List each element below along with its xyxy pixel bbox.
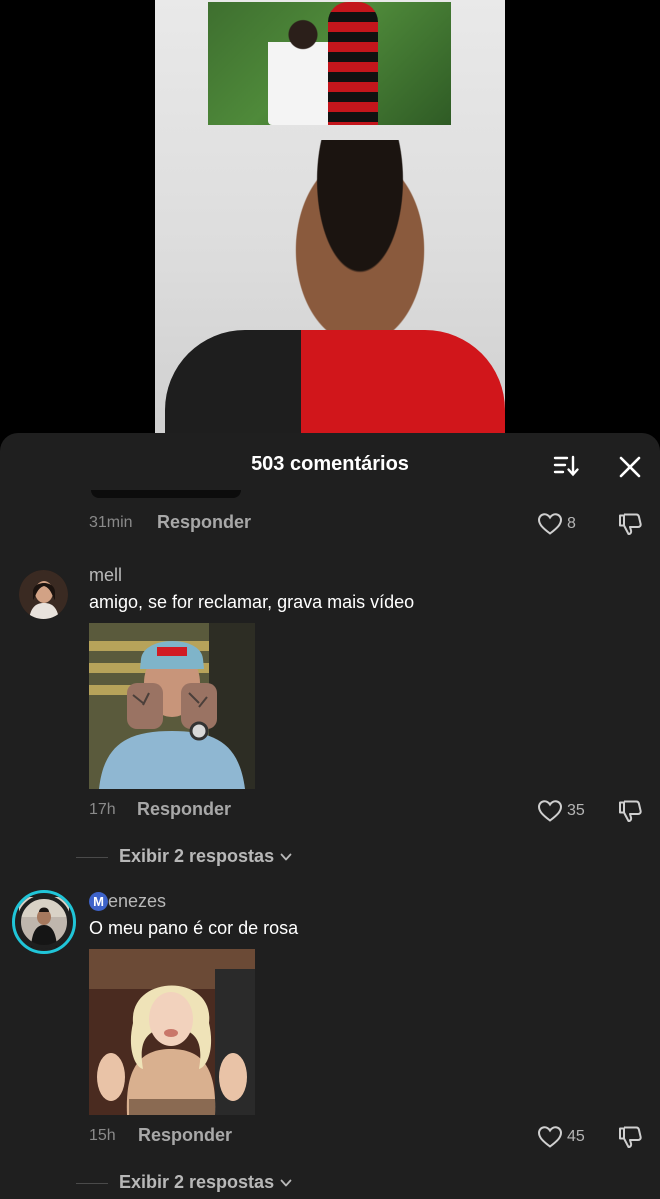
like-count: 45	[567, 1128, 585, 1145]
avatar-story-ring[interactable]	[12, 890, 76, 954]
chevron-down-icon	[280, 1179, 292, 1187]
comment-time: 15h	[89, 1127, 116, 1144]
reply-button[interactable]: Responder	[137, 799, 231, 820]
comment-sticker[interactable]	[89, 949, 255, 1115]
like-count: 8	[567, 515, 576, 532]
username-text: enezes	[108, 891, 167, 911]
comment-time: 17h	[89, 801, 116, 818]
comment-meta-row: 17h Responder 35	[89, 798, 649, 824]
like-count: 35	[567, 802, 585, 819]
inset-player	[328, 2, 378, 125]
dislike-button[interactable]	[617, 511, 643, 537]
username[interactable]: mell	[89, 565, 122, 586]
heart-icon	[537, 1126, 563, 1148]
comment-meta-row: 15h Responder 45	[89, 1124, 649, 1150]
reply-button[interactable]: Responder	[157, 512, 251, 533]
sticker-image	[89, 949, 255, 1115]
replies-divider	[76, 1183, 108, 1184]
chevron-down-icon	[280, 853, 292, 861]
comment-meta-row: 31min Responder 8	[89, 511, 649, 537]
username-badge: M	[89, 892, 108, 911]
sheet-header: 503 comentários	[0, 433, 660, 495]
sort-icon	[553, 455, 579, 477]
creator-face	[285, 140, 435, 340]
reply-button[interactable]: Responder	[138, 1125, 232, 1146]
creator-shirt	[165, 330, 505, 440]
comment-time: 31min	[89, 514, 133, 531]
view-replies-label: Exibir 2 respostas	[119, 1172, 275, 1192]
video-inset-clip	[208, 2, 451, 125]
thumbs-down-icon	[619, 800, 642, 822]
video-player[interactable]	[155, 0, 505, 440]
username[interactable]: Menezes	[89, 891, 166, 912]
view-replies-label: Exibir 2 respostas	[119, 846, 275, 866]
replies-divider	[76, 857, 108, 858]
close-button[interactable]	[616, 453, 644, 481]
comments-sheet: 503 comentários 31min Responder 8 mell a…	[0, 433, 660, 1199]
previous-sticker-edge	[91, 490, 241, 498]
avatar[interactable]	[19, 570, 68, 619]
thumbs-down-icon	[619, 513, 642, 535]
avatar-image	[17, 895, 71, 949]
dislike-button[interactable]	[617, 798, 643, 824]
sort-button[interactable]	[552, 453, 580, 479]
comment-sticker[interactable]	[89, 623, 255, 789]
thumbs-down-icon	[619, 1126, 642, 1148]
sticker-image	[89, 623, 255, 789]
heart-icon	[537, 800, 563, 822]
comment-text: amigo, se for reclamar, grava mais vídeo	[89, 592, 415, 612]
comment-text: O meu pano é cor de rosa	[89, 918, 299, 938]
heart-icon	[537, 513, 563, 535]
close-icon	[619, 456, 641, 478]
avatar-image	[19, 570, 68, 619]
dislike-button[interactable]	[617, 1124, 643, 1150]
